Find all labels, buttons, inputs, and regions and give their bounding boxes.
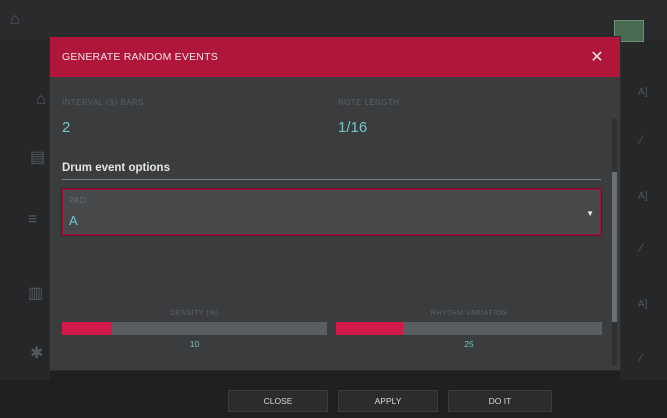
caret-down-icon: ▼: [586, 209, 594, 218]
section-title: Drum event options: [62, 162, 170, 174]
background-top-bar: [0, 0, 667, 40]
pad-select-label: PAD: [69, 196, 87, 205]
do-it-button[interactable]: DO IT: [448, 390, 552, 412]
home-icon: ⌂: [10, 11, 20, 28]
pad-select[interactable]: PAD A ▼: [61, 188, 602, 236]
density-label: DENSITY (%): [170, 310, 219, 317]
pencil-icon: A]: [638, 191, 648, 202]
section-divider: [62, 179, 601, 180]
note-length-label: NOTE LENGTH: [338, 98, 400, 107]
bars-icon: ▥: [28, 285, 44, 302]
layers-icon: ≡: [28, 211, 38, 228]
apply-button[interactable]: APPLY: [338, 390, 438, 412]
close-icon[interactable]: ✕: [588, 48, 606, 66]
density-slider-fill: [62, 322, 113, 335]
dialog-header: GENERATE RANDOM EVENTS ✕: [50, 37, 620, 77]
rhythm-variation-slider[interactable]: [336, 322, 602, 335]
close-button[interactable]: CLOSE: [228, 390, 328, 412]
pencil-icon: ∕: [640, 133, 643, 147]
dialog-title: GENERATE RANDOM EVENTS: [62, 51, 218, 63]
density-slider[interactable]: [62, 322, 327, 335]
rhythm-variation-label: RHYTHM VARIATION: [430, 310, 508, 317]
rhythm-variation-slider-fill: [336, 322, 403, 335]
pencil-icon: A]: [638, 299, 648, 310]
home-icon: ⌂: [36, 91, 46, 108]
pencil-icon: ∕: [640, 351, 643, 365]
pencil-icon: ∕: [640, 241, 643, 255]
tool-icon: ✱: [30, 345, 44, 362]
note-length-value[interactable]: 1/16: [338, 119, 367, 136]
menu-icon: ▤: [30, 149, 46, 166]
density-value: 10: [189, 339, 200, 349]
rhythm-variation-value: 25: [464, 339, 474, 349]
generate-random-events-dialog: GENERATE RANDOM EVENTS ✕ INTERVAL (S) BA…: [50, 37, 620, 370]
pencil-icon: A]: [638, 87, 648, 98]
pad-select-value: A: [69, 213, 78, 228]
interval-label: INTERVAL (S) BARS: [62, 98, 144, 107]
scrollbar-thumb[interactable]: [612, 172, 617, 322]
interval-value[interactable]: 2: [62, 119, 70, 136]
